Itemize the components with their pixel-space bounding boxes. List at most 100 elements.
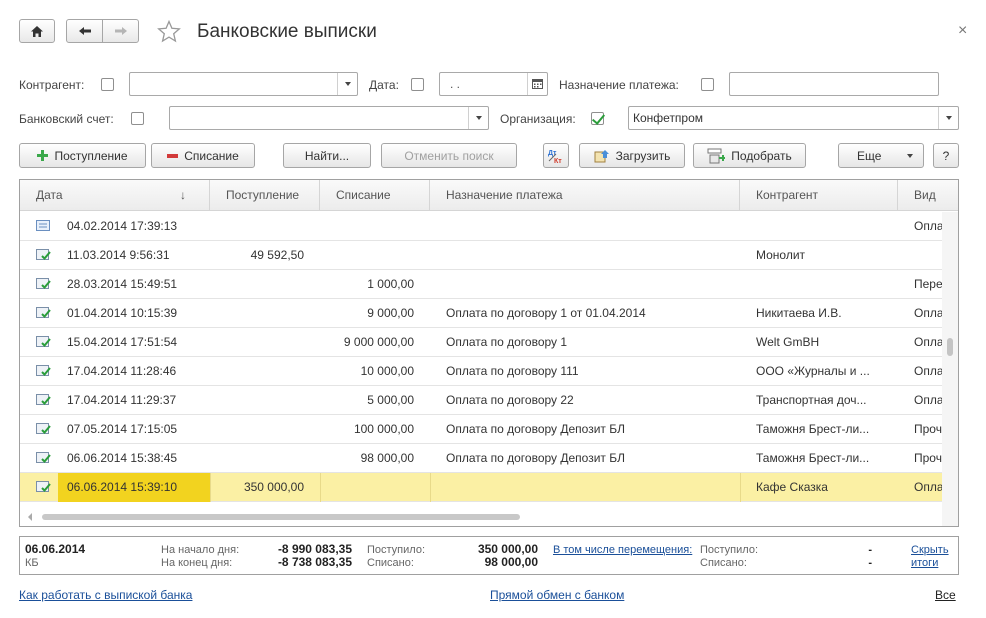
arrow-left-icon bbox=[78, 27, 91, 35]
organization-dropdown[interactable] bbox=[938, 107, 958, 129]
cell-kind: Опла bbox=[914, 480, 942, 494]
horizontal-scrollbar[interactable] bbox=[20, 508, 942, 526]
organization-value: Конфетпром bbox=[633, 111, 704, 125]
load-label: Загрузить bbox=[615, 148, 671, 163]
cell-date: 28.03.2014 15:49:51 bbox=[67, 277, 178, 291]
cancel-search-label: Отменить поиск bbox=[404, 148, 494, 163]
dt-kt-button[interactable]: Дт Кт bbox=[543, 143, 569, 168]
direct-exchange-link[interactable]: Прямой обмен с банком bbox=[490, 588, 624, 602]
table-row[interactable]: 28.03.2014 15:49:51 1 000,00 Пере bbox=[20, 270, 942, 299]
counterparty-checkbox[interactable] bbox=[101, 78, 114, 91]
chevron-down-icon bbox=[907, 154, 913, 158]
table-row[interactable]: 01.04.2014 10:15:39 9 000,00 Оплата по дог… bbox=[20, 299, 942, 328]
cell-income: 49 592,50 bbox=[250, 248, 304, 262]
document-posted-icon bbox=[36, 423, 51, 434]
organization-field[interactable]: Конфетпром bbox=[628, 106, 959, 130]
select-button[interactable]: Подобрать bbox=[693, 143, 806, 168]
cell-purpose bbox=[430, 270, 740, 299]
account-dropdown[interactable] bbox=[468, 107, 488, 129]
minus-icon bbox=[167, 153, 179, 158]
column-header-date[interactable]: Дата ↓ bbox=[20, 180, 210, 211]
date-checkbox[interactable] bbox=[411, 78, 424, 91]
sort-desc-icon: ↓ bbox=[180, 188, 186, 202]
calendar-button[interactable] bbox=[527, 73, 547, 95]
counterparty-dropdown[interactable] bbox=[337, 73, 357, 95]
hide-totals-link-line1[interactable]: Скрыть bbox=[911, 544, 949, 557]
find-button[interactable]: Найти... bbox=[283, 143, 371, 168]
transfers-received-value: - bbox=[868, 544, 872, 556]
date-field[interactable]: . . bbox=[439, 72, 548, 96]
cell-income bbox=[210, 212, 320, 241]
favorite-star-icon[interactable] bbox=[157, 20, 181, 43]
account-field[interactable] bbox=[169, 106, 489, 130]
table-row[interactable]: 06.06.2014 15:39:10 350 000,00 Кафе Сказка… bbox=[20, 473, 942, 502]
column-header-expense[interactable]: Списание bbox=[320, 180, 430, 211]
cell-kind: Проч bbox=[914, 422, 942, 436]
plus-icon bbox=[37, 150, 49, 161]
cell-counterparty: ООО «Журналы и ... bbox=[756, 364, 870, 378]
column-header-kind[interactable]: Вид bbox=[898, 180, 958, 211]
receipt-button[interactable]: Поступление bbox=[19, 143, 146, 168]
horizontal-scrollbar-thumb[interactable] bbox=[42, 514, 520, 520]
table-row[interactable]: 06.06.2014 15:38:45 98 000,00 Оплата по до… bbox=[20, 444, 942, 473]
writeoff-label: Списание bbox=[184, 148, 239, 163]
document-posted-icon bbox=[36, 452, 51, 463]
table-row[interactable]: 15.04.2014 17:51:54 9 000 000,00 Оплата по… bbox=[20, 328, 942, 357]
cell-counterparty: Никитаева И.В. bbox=[756, 306, 842, 320]
table-row[interactable]: 04.02.2014 17:39:13 Опла bbox=[20, 212, 942, 241]
help-button[interactable]: ? bbox=[933, 143, 959, 168]
cell-counterparty bbox=[740, 270, 898, 299]
purpose-checkbox[interactable] bbox=[701, 78, 714, 91]
cell-income bbox=[210, 328, 320, 357]
column-header-income[interactable]: Поступление bbox=[210, 180, 320, 211]
load-button[interactable]: Загрузить bbox=[579, 143, 685, 168]
home-button[interactable] bbox=[19, 19, 55, 43]
cell-date: 06.06.2014 15:38:45 bbox=[67, 451, 178, 465]
cell-expense: 100 000,00 bbox=[353, 422, 414, 436]
vertical-scrollbar[interactable] bbox=[942, 212, 958, 526]
cell-counterparty bbox=[740, 212, 898, 241]
table-row[interactable]: 17.04.2014 11:29:37 5 000,00 Оплата по дог… bbox=[20, 386, 942, 415]
chevron-down-icon bbox=[945, 116, 952, 120]
purpose-label: Назначение платежа: bbox=[559, 78, 679, 92]
cell-date: 17.04.2014 11:28:46 bbox=[67, 364, 177, 378]
table-row[interactable]: 17.04.2014 11:28:46 10 000,00 Оплата по до… bbox=[20, 357, 942, 386]
transfers-link[interactable]: В том числе перемещения: bbox=[553, 544, 692, 557]
cell-kind: Опла bbox=[914, 335, 942, 349]
date-label: Дата: bbox=[369, 78, 399, 92]
receipt-label: Поступление bbox=[54, 148, 128, 163]
document-posted-icon bbox=[36, 394, 51, 405]
back-button[interactable] bbox=[66, 19, 103, 43]
close-icon[interactable]: × bbox=[958, 22, 967, 40]
table-row[interactable]: 11.03.2014 9:56:31 49 592,50 Монолит bbox=[20, 241, 942, 270]
cell-expense: 9 000,00 bbox=[367, 306, 414, 320]
counterparty-field[interactable] bbox=[129, 72, 358, 96]
document-posted-icon bbox=[36, 365, 51, 376]
summary-account: КБ bbox=[25, 557, 39, 569]
more-button[interactable]: Еще bbox=[838, 143, 924, 168]
vertical-scrollbar-thumb[interactable] bbox=[947, 338, 953, 356]
load-icon bbox=[594, 149, 609, 162]
calendar-icon bbox=[532, 79, 543, 89]
table-row[interactable]: 07.05.2014 17:15:05 100 000,00 Оплата по д… bbox=[20, 415, 942, 444]
hide-totals-link-line2[interactable]: итоги bbox=[911, 557, 938, 570]
column-header-purpose[interactable]: Назначение платежа bbox=[430, 180, 740, 211]
all-link[interactable]: Все bbox=[935, 588, 956, 602]
cancel-search-button[interactable]: Отменить поиск bbox=[381, 143, 517, 168]
cell-counterparty: Транспортная доч... bbox=[756, 393, 867, 407]
how-to-work-link[interactable]: Как работать с выпиской банка bbox=[19, 588, 192, 602]
cell-date: 01.04.2014 10:15:39 bbox=[67, 306, 178, 320]
cell-income bbox=[210, 270, 320, 299]
svg-text:Кт: Кт bbox=[554, 158, 562, 165]
purpose-field[interactable] bbox=[729, 72, 939, 96]
scroll-left-icon[interactable] bbox=[28, 513, 32, 521]
cell-counterparty: Таможня Брест-ли... bbox=[756, 422, 870, 436]
writeoff-button[interactable]: Списание bbox=[151, 143, 255, 168]
cell-date: 15.04.2014 17:51:54 bbox=[67, 335, 178, 349]
organization-checkbox[interactable] bbox=[591, 112, 604, 125]
cell-kind: Проч bbox=[914, 451, 942, 465]
account-checkbox[interactable] bbox=[131, 112, 144, 125]
forward-button[interactable] bbox=[102, 19, 139, 43]
statements-table[interactable]: Дата ↓ Поступление Списание Назначение п… bbox=[19, 179, 959, 527]
column-header-counterparty[interactable]: Контрагент bbox=[740, 180, 898, 211]
